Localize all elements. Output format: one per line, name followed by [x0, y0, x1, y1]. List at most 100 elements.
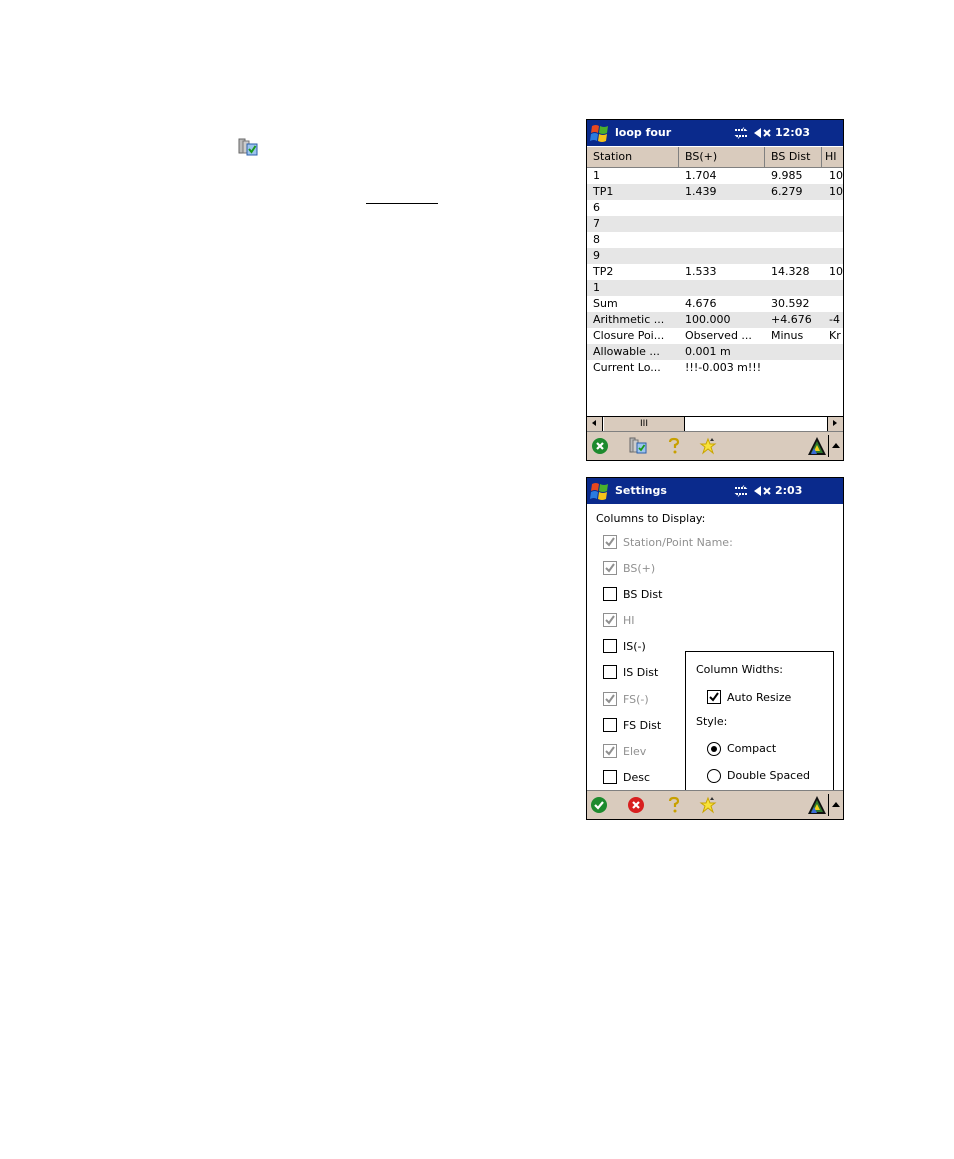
loop-grid-screen: loop four 12:03 Station BS(+) BS Dist HI… [586, 119, 844, 461]
scroll-right-button[interactable] [827, 417, 843, 431]
column-widths-group: Column Widths: Auto Resize Style: Compac… [685, 651, 834, 795]
speaker-muted-icon[interactable] [753, 126, 773, 140]
table-cell: 100.000 [685, 313, 731, 326]
table-cell: Closure Poi... [593, 329, 665, 342]
radio-button[interactable] [707, 769, 721, 783]
table-cell: TP1 [593, 185, 614, 198]
menu-bar [587, 790, 843, 819]
input-panel-arrow-icon[interactable] [832, 443, 840, 448]
radio-button[interactable] [707, 742, 721, 756]
checkbox-label: Elev [623, 745, 647, 758]
input-panel-arrow-icon[interactable] [832, 802, 840, 807]
favorites-icon[interactable] [699, 796, 717, 814]
table-cell: 1 [593, 169, 600, 182]
table-cell: 1.704 [685, 169, 717, 182]
auto-resize-label: Auto Resize [727, 691, 792, 704]
ok-icon[interactable] [590, 796, 608, 814]
table-cell: Sum [593, 297, 618, 310]
checkbox[interactable] [603, 718, 617, 732]
columns-to-display-label: Columns to Display: [596, 512, 706, 525]
table-row[interactable]: Arithmetic ... 100.000 +4.676 -4 [587, 312, 843, 328]
table-cell: TP2 [593, 265, 614, 278]
start-menu-icon[interactable] [589, 122, 611, 144]
table-row[interactable]: 9 [587, 248, 843, 264]
menu-bar [587, 431, 843, 460]
table-cell: !!!-0.003 m!!! [685, 361, 762, 374]
table-row[interactable]: 1 [587, 280, 843, 296]
scroll-left-button[interactable] [587, 417, 603, 431]
title-bar: loop four 12:03 [587, 120, 843, 146]
checkbox[interactable] [603, 639, 617, 653]
close-icon[interactable] [591, 437, 609, 455]
table-row[interactable]: 8 [587, 232, 843, 248]
title-bar: Settings 2:03 [587, 478, 843, 504]
scroll-thumb[interactable]: III [604, 417, 685, 431]
table-cell: 10 [829, 265, 843, 278]
start-menu-icon[interactable] [589, 480, 611, 502]
cancel-icon[interactable] [627, 796, 645, 814]
window-title: Settings [615, 484, 667, 497]
checkbox[interactable] [603, 587, 617, 601]
checkbox-label: HI [623, 614, 635, 627]
input-panel-icon[interactable] [807, 436, 827, 456]
table-cell: 1 [593, 281, 600, 294]
grid-body: 1 1.704 9.985 10 TP1 1.439 6.279 10 6 7 8 9 TP2 1.533… [587, 168, 843, 376]
help-icon[interactable] [665, 796, 683, 814]
checkbox [603, 561, 617, 575]
speaker-muted-icon[interactable] [753, 484, 773, 498]
column-header-bs-dist[interactable]: BS Dist [765, 147, 822, 167]
table-cell: 10 [829, 169, 843, 182]
table-cell: 30.592 [771, 297, 810, 310]
column-widths-label: Column Widths: [696, 663, 784, 676]
checkbox [603, 692, 617, 706]
table-row[interactable]: TP1 1.439 6.279 10 [587, 184, 843, 200]
column-header-station[interactable]: Station [587, 147, 679, 167]
table-cell: Allowable ... [593, 345, 660, 358]
checkbox[interactable] [707, 690, 721, 704]
checkbox-label: IS Dist [623, 666, 659, 679]
separator [828, 435, 829, 457]
table-cell: Observed ... [685, 329, 752, 342]
checkbox-label: Station/Point Name: [623, 536, 733, 549]
column-header-bs[interactable]: BS(+) [679, 147, 765, 167]
table-row[interactable]: Allowable ... 0.001 m [587, 344, 843, 360]
table-cell: Current Lo... [593, 361, 661, 374]
grid-header: Station BS(+) BS Dist HI [587, 147, 843, 168]
column-settings-icon[interactable] [629, 437, 647, 455]
table-row[interactable]: 6 [587, 200, 843, 216]
table-cell: Kr [829, 329, 841, 342]
table-row[interactable]: Closure Poi... Observed ... Minus Kr [587, 328, 843, 344]
table-row[interactable]: Current Lo... !!!-0.003 m!!! [587, 360, 843, 376]
checkbox-label: Desc [623, 771, 651, 784]
checkbox [603, 535, 617, 549]
table-cell: 8 [593, 233, 600, 246]
favorites-icon[interactable] [699, 437, 717, 455]
table-cell: 4.676 [685, 297, 717, 310]
table-row[interactable]: 1 1.704 9.985 10 [587, 168, 843, 184]
checkbox [603, 613, 617, 627]
help-icon[interactable] [665, 437, 683, 455]
window-title: loop four [615, 126, 672, 139]
table-cell: 9 [593, 249, 600, 262]
table-row[interactable]: TP2 1.533 14.328 10 [587, 264, 843, 280]
checkbox-label: IS(-) [623, 640, 646, 653]
table-cell: Arithmetic ... [593, 313, 665, 326]
clock[interactable]: 12:03 [775, 126, 810, 139]
input-panel-icon[interactable] [807, 795, 827, 815]
clock[interactable]: 2:03 [775, 484, 802, 497]
checkbox[interactable] [603, 770, 617, 784]
separator [828, 794, 829, 816]
column-header-hi[interactable]: HI [822, 147, 843, 167]
table-row[interactable]: Sum 4.676 30.592 [587, 296, 843, 312]
table-cell: 0.001 m [685, 345, 731, 358]
connectivity-icon[interactable] [733, 484, 749, 498]
column-settings-icon [238, 138, 258, 156]
horizontal-scrollbar[interactable]: III [587, 416, 843, 432]
checkbox-label: FS Dist [623, 719, 662, 732]
connectivity-icon[interactable] [733, 126, 749, 140]
text-underline [366, 203, 438, 204]
checkbox[interactable] [603, 665, 617, 679]
checkbox-label: BS Dist [623, 588, 663, 601]
table-row[interactable]: 7 [587, 216, 843, 232]
settings-body: Columns to Display: Station/Point Name: B… [587, 504, 843, 795]
